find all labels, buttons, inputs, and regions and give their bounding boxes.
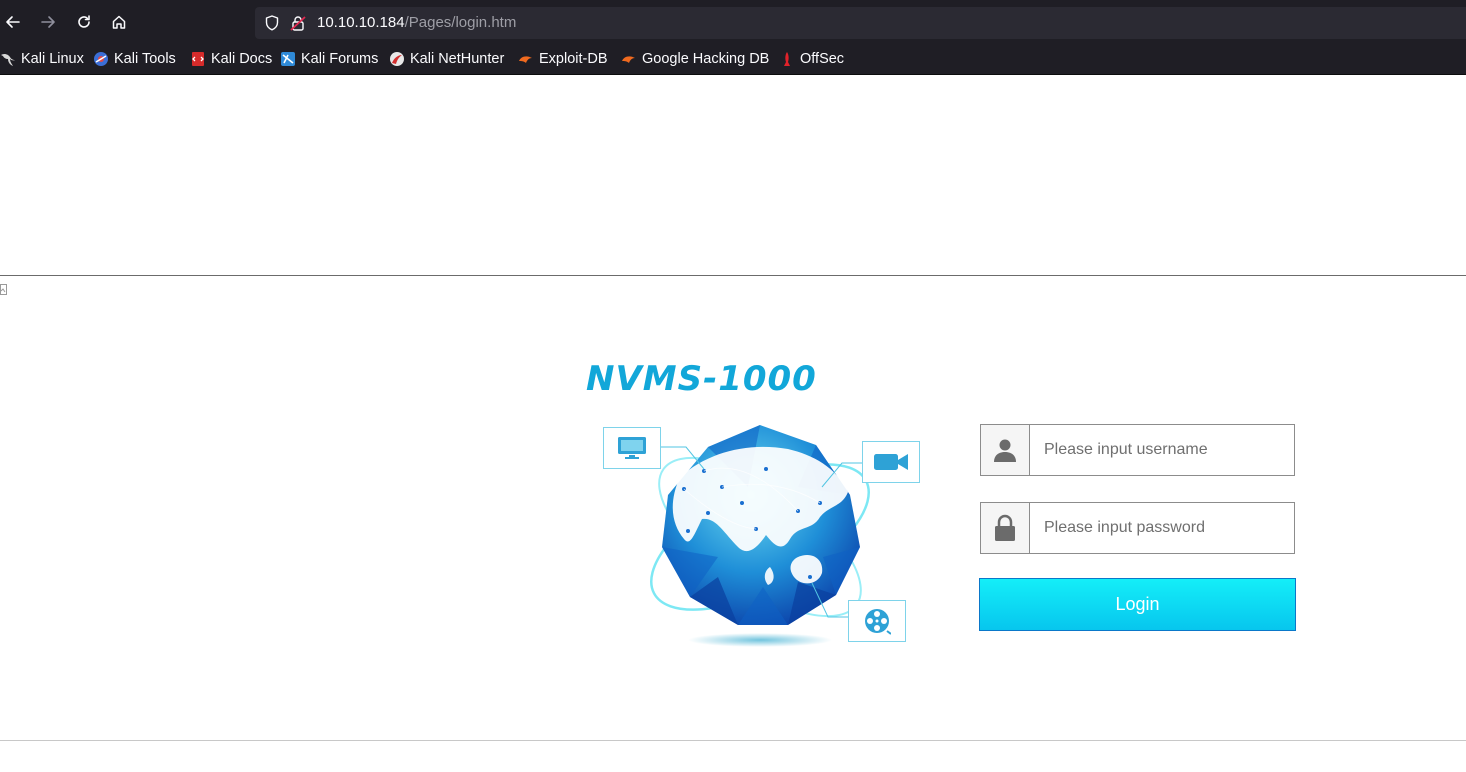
top-divider (0, 275, 1466, 276)
bookmark-label: Kali Forums (301, 51, 379, 67)
kali-nethunter-icon (389, 51, 405, 67)
bookmarks-bar: Kali Linux Kali Tools Kali Docs Kali For… (0, 44, 1466, 75)
nvms-logo: NVMS-1000 (586, 359, 817, 399)
home-icon[interactable] (107, 10, 131, 34)
password-input[interactable] (1031, 503, 1299, 553)
bookmark-exploit-db[interactable]: Exploit-DB (518, 49, 608, 69)
reload-icon[interactable] (72, 10, 96, 34)
bookmark-google-hacking-db[interactable]: Google Hacking DB (621, 49, 769, 69)
url-text[interactable]: 10.10.10.184/Pages/login.htm (317, 13, 516, 33)
bookmark-label: OffSec (800, 51, 845, 67)
film-reel-icon (848, 600, 906, 642)
monitor-icon (603, 427, 661, 469)
bookmark-kali-docs[interactable]: Kali Docs (190, 49, 272, 69)
offsec-icon (779, 51, 795, 67)
shield-icon[interactable] (263, 14, 281, 32)
ghdb-icon (621, 51, 637, 67)
bookmark-kali-nethunter[interactable]: Kali NetHunter (389, 49, 504, 69)
password-field[interactable] (980, 502, 1299, 554)
bookmark-label: Kali Linux (21, 51, 84, 67)
lock-icon (981, 503, 1030, 553)
address-bar[interactable]: 10.10.10.184/Pages/login.htm (255, 7, 1466, 39)
username-input[interactable] (1031, 425, 1299, 475)
bookmark-label: Google Hacking DB (642, 51, 770, 67)
kali-docs-icon (190, 51, 206, 67)
login-button[interactable]: Login (979, 578, 1296, 631)
bookmark-label: Kali Docs (211, 51, 273, 67)
kali-forums-icon (280, 51, 296, 67)
bookmark-offsec[interactable]: OffSec (779, 49, 844, 69)
browser-toolbar: 10.10.10.184/Pages/login.htm (0, 0, 1466, 44)
kali-tools-icon (93, 51, 109, 67)
page-content: NVMS-1000 Please input username Login (0, 75, 1466, 772)
bookmark-kali-linux[interactable]: Kali Linux (0, 49, 84, 69)
bookmark-kali-forums[interactable]: Kali Forums (280, 49, 378, 69)
broken-image-icon (0, 281, 8, 295)
exploit-db-icon (518, 51, 534, 67)
bottom-divider (0, 740, 1466, 741)
bookmark-label: Exploit-DB (539, 51, 608, 67)
bookmark-kali-tools[interactable]: Kali Tools (93, 49, 176, 69)
user-icon (981, 425, 1030, 475)
globe-illustration (598, 407, 928, 657)
back-arrow-icon[interactable] (1, 10, 25, 34)
url-host: 10.10.10.184 (317, 14, 405, 31)
username-field[interactable] (980, 424, 1299, 476)
kali-dragon-icon (0, 51, 16, 67)
video-camera-icon (862, 441, 920, 483)
bookmark-label: Kali NetHunter (410, 51, 505, 67)
forward-arrow-icon[interactable] (36, 10, 60, 34)
insecure-lock-icon[interactable] (289, 14, 307, 32)
bookmark-label: Kali Tools (114, 51, 176, 67)
url-path: /Pages/login.htm (404, 14, 517, 31)
